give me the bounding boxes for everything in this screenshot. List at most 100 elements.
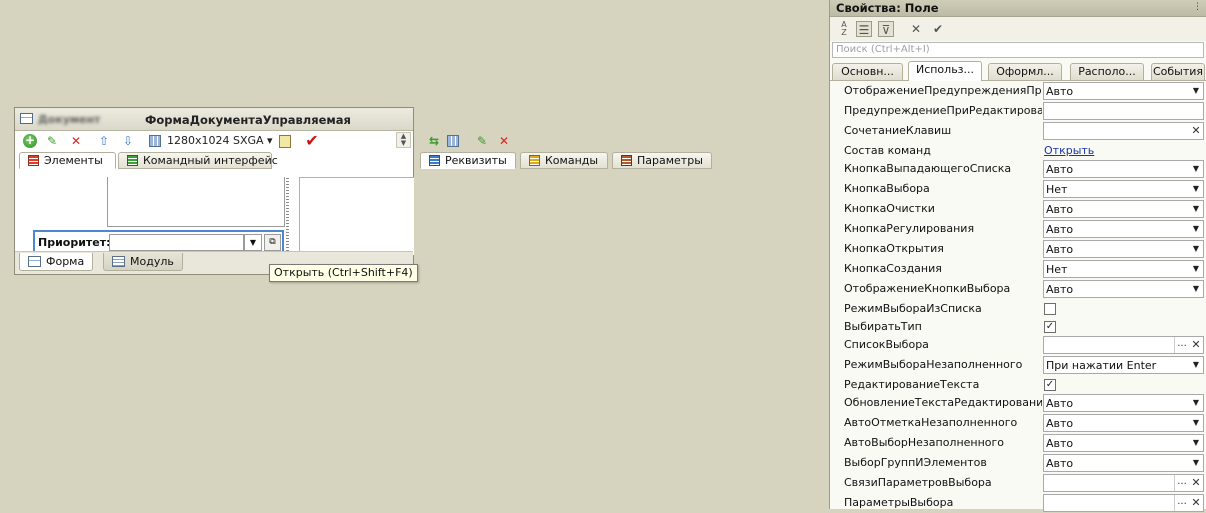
property-row: КнопкаРегулирования Авто ▼ xyxy=(830,219,1206,239)
move-up-icon[interactable]: ⇧ xyxy=(97,134,111,148)
edit-pencil-icon[interactable]: ✎ xyxy=(45,134,59,148)
attributes-tree[interactable] xyxy=(299,177,414,255)
dropdown-arrow-icon[interactable]: ▼ xyxy=(1189,281,1203,297)
dropdown-arrow-icon[interactable]: ▼ xyxy=(1189,415,1203,431)
pane-splitter[interactable] xyxy=(286,178,289,254)
move-down-icon[interactable]: ⇩ xyxy=(121,134,135,148)
dropdown-arrow-icon[interactable]: ▼ xyxy=(1189,83,1203,99)
property-combo[interactable]: Нет ▼ xyxy=(1043,260,1204,278)
property-text-field[interactable]: ✕... xyxy=(1043,474,1204,492)
table-icon[interactable] xyxy=(447,135,459,147)
property-name: ВыбиратьТип xyxy=(844,320,922,333)
property-name: КнопкаОткрытия xyxy=(844,242,944,255)
tab-module[interactable]: Модуль xyxy=(103,253,183,271)
property-combo[interactable]: Авто ▼ xyxy=(1043,414,1204,432)
property-combo[interactable]: Авто ▼ xyxy=(1043,280,1204,298)
property-text-field[interactable] xyxy=(1043,102,1204,120)
check-icon[interactable]: ✔ xyxy=(305,133,319,149)
cancel-icon[interactable]: ✕ xyxy=(908,21,924,37)
property-combo[interactable]: Нет ▼ xyxy=(1043,180,1204,198)
priority-open-button[interactable]: ⧉ xyxy=(264,234,281,251)
tab-appearance[interactable]: Оформл... xyxy=(988,63,1062,80)
apply-icon[interactable]: ✔ xyxy=(930,21,946,37)
property-text-field[interactable]: ✕... xyxy=(1043,494,1204,512)
dropdown-arrow-icon[interactable]: ▼ xyxy=(1189,261,1203,277)
property-row: ОбновлениеТекстаРедактирования Авто ▼ xyxy=(830,393,1206,413)
tab-main-label: Основн... xyxy=(841,65,894,78)
property-combo[interactable]: Авто ▼ xyxy=(1043,240,1204,258)
commands-icon xyxy=(529,155,540,166)
dropdown-arrow-icon[interactable]: ▼ xyxy=(1189,357,1203,373)
property-text-field[interactable]: ✕ xyxy=(1043,122,1204,140)
property-combo[interactable]: Авто ▼ xyxy=(1043,454,1204,472)
property-row: ОтображениеКнопкиВыбора Авто ▼ xyxy=(830,279,1206,299)
property-combo[interactable]: Авто ▼ xyxy=(1043,200,1204,218)
scroll-arrows[interactable]: ▲ ▼ xyxy=(396,132,411,148)
property-combo[interactable]: Авто ▼ xyxy=(1043,82,1204,100)
priority-input[interactable] xyxy=(109,234,244,251)
panel-menu-icon[interactable]: ⋮ xyxy=(1193,2,1202,12)
tab-attributes[interactable]: Реквизиты xyxy=(420,152,516,169)
priority-dropdown-button[interactable]: ▼ xyxy=(244,234,262,251)
tab-usage[interactable]: Использ... xyxy=(908,61,982,81)
form-preview-icon[interactable] xyxy=(149,135,161,147)
property-combo[interactable]: Авто ▼ xyxy=(1043,220,1204,238)
tab-command-interface[interactable]: Командный интерфейс xyxy=(118,152,278,169)
tab-commands[interactable]: Команды xyxy=(520,152,608,169)
property-combo-value: Авто xyxy=(1046,417,1074,430)
clear-icon[interactable]: ✕ xyxy=(1190,123,1202,139)
property-value: Авто ▼ xyxy=(1043,240,1204,258)
properties-search-input[interactable]: Поиск (Ctrl+Alt+I) xyxy=(832,42,1204,58)
select-ellipsis-button[interactable]: ... xyxy=(1174,337,1189,353)
paste-icon[interactable] xyxy=(279,135,291,148)
property-combo[interactable]: Авто ▼ xyxy=(1043,160,1204,178)
sort-alphabetical-icon[interactable]: AZ xyxy=(836,21,852,37)
resolution-dropdown[interactable]: 1280x1024 SXGA ▾ xyxy=(167,134,273,148)
property-combo-value: При нажатии Enter xyxy=(1046,359,1157,372)
property-combo[interactable]: При нажатии Enter ▼ xyxy=(1043,356,1204,374)
dropdown-arrow-icon[interactable]: ▼ xyxy=(1189,181,1203,197)
tab-events-label: События xyxy=(1152,65,1204,78)
property-checkbox[interactable] xyxy=(1044,303,1056,315)
tab-form[interactable]: Форма xyxy=(19,253,94,271)
categorized-view-icon[interactable]: ☰ xyxy=(856,21,872,37)
tab-elements[interactable]: Элементы xyxy=(19,152,116,169)
clear-icon[interactable]: ✕ xyxy=(1190,337,1202,353)
property-value: Авто ▼ xyxy=(1043,200,1204,218)
property-combo-value: Нет xyxy=(1046,263,1068,276)
property-text-field[interactable]: ✕... xyxy=(1043,336,1204,354)
properties-panel: Свойства: Поле ⋮ AZ ☰ ⊽ ✕ ✔ Поиск (Ctrl+… xyxy=(829,0,1206,512)
filter-icon[interactable]: ⊽ xyxy=(878,21,894,37)
add-attribute-icon[interactable]: ⇆ xyxy=(427,134,441,148)
select-ellipsis-button[interactable]: ... xyxy=(1174,475,1189,491)
dropdown-arrow-icon[interactable]: ▼ xyxy=(1189,435,1203,451)
property-name: Состав команд xyxy=(844,144,931,157)
property-combo-value: Авто xyxy=(1046,397,1074,410)
property-value: Нет ▼ xyxy=(1043,180,1204,198)
delete-icon[interactable]: ✕ xyxy=(69,134,83,148)
property-checkbox[interactable]: ✓ xyxy=(1044,321,1056,333)
property-value: Авто ▼ xyxy=(1043,434,1204,452)
property-link[interactable]: Открыть xyxy=(1044,144,1094,157)
edit-attribute-icon[interactable]: ✎ xyxy=(475,134,489,148)
property-name: РедактированиеТекста xyxy=(844,378,980,391)
dropdown-arrow-icon[interactable]: ▼ xyxy=(1189,221,1203,237)
tab-form-label: Форма xyxy=(46,255,85,268)
property-value: Открыть xyxy=(1043,142,1204,160)
tab-layout[interactable]: Располо... xyxy=(1070,63,1144,80)
dropdown-arrow-icon[interactable]: ▼ xyxy=(1189,241,1203,257)
clear-icon[interactable]: ✕ xyxy=(1190,475,1202,491)
property-combo-value: Авто xyxy=(1046,437,1074,450)
property-combo[interactable]: Авто ▼ xyxy=(1043,394,1204,412)
property-checkbox[interactable]: ✓ xyxy=(1044,379,1056,391)
delete-attribute-icon[interactable]: ✕ xyxy=(497,134,511,148)
dropdown-arrow-icon[interactable]: ▼ xyxy=(1189,395,1203,411)
add-icon[interactable]: + xyxy=(23,134,37,148)
dropdown-arrow-icon[interactable]: ▼ xyxy=(1189,161,1203,177)
tab-events[interactable]: События xyxy=(1151,63,1205,80)
property-combo[interactable]: Авто ▼ xyxy=(1043,434,1204,452)
dropdown-arrow-icon[interactable]: ▼ xyxy=(1189,201,1203,217)
tab-parameters[interactable]: Параметры xyxy=(612,152,712,169)
dropdown-arrow-icon[interactable]: ▼ xyxy=(1189,455,1203,471)
tab-main[interactable]: Основн... xyxy=(832,63,903,80)
